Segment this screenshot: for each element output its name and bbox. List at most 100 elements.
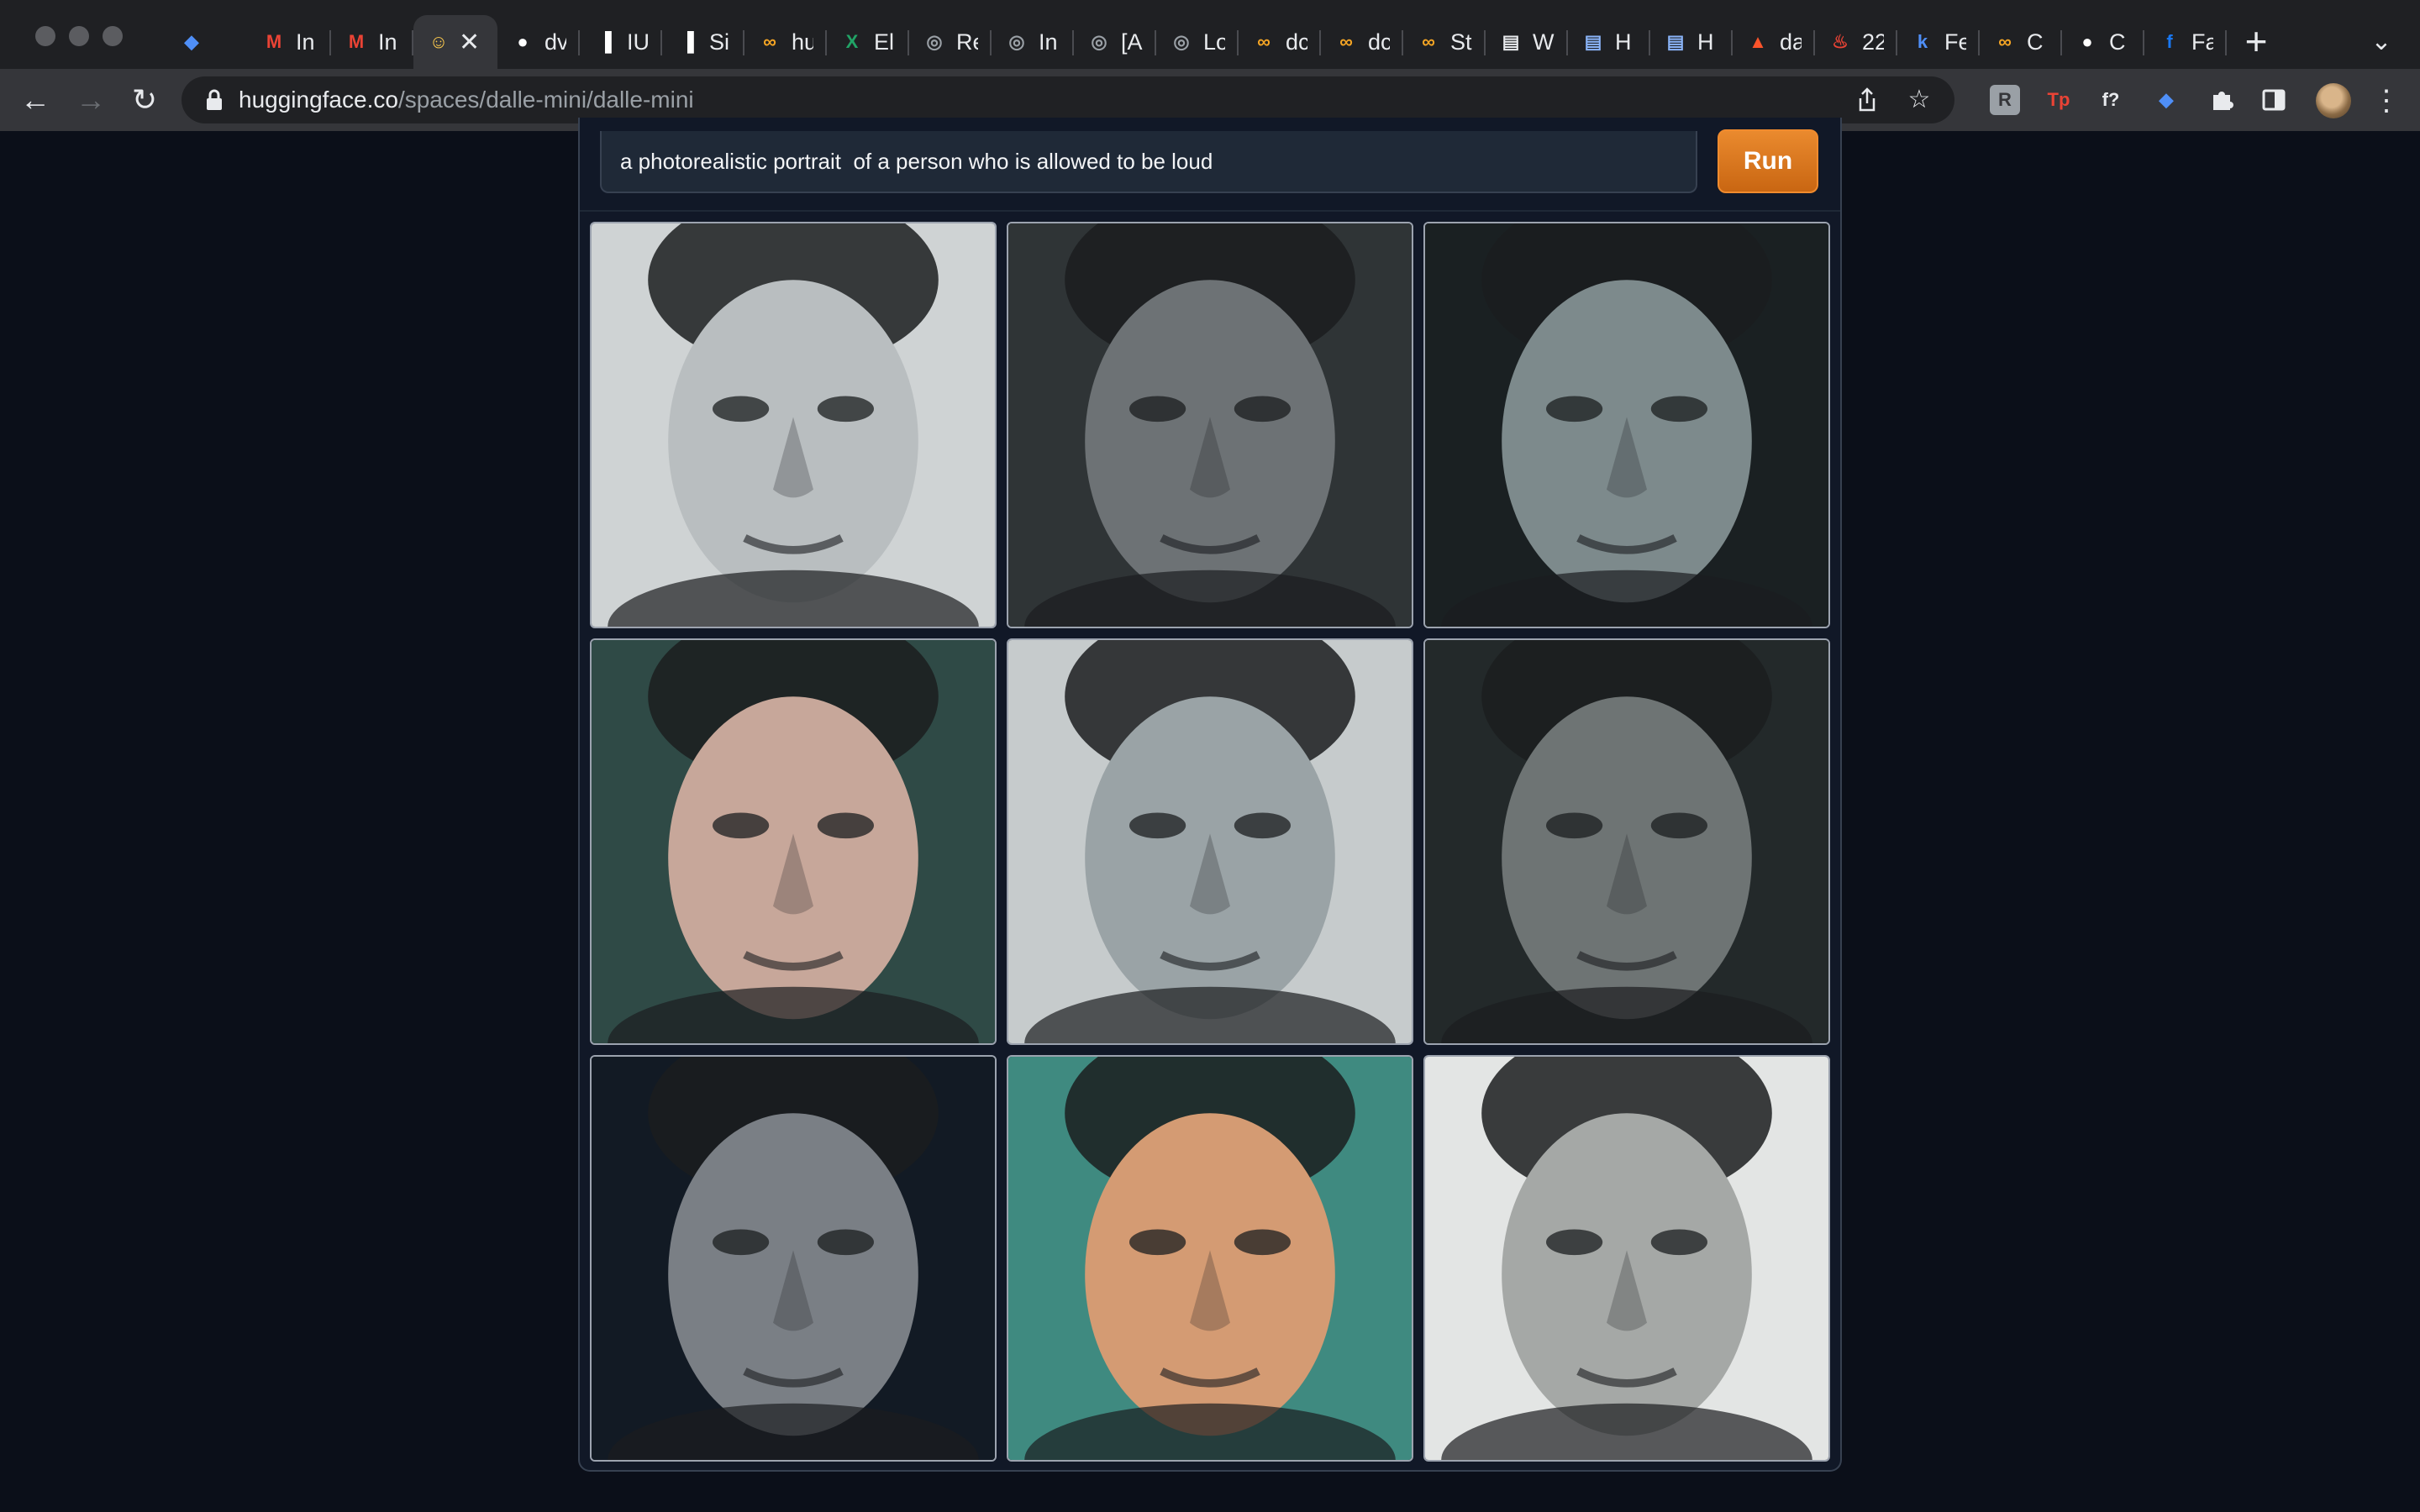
browser-tab[interactable]: ◎ Lo — [1156, 15, 1239, 69]
browser-tab[interactable]: ∞ dc — [1239, 15, 1321, 69]
minimize-window-button[interactable] — [69, 26, 89, 46]
browser-tab[interactable]: ∞ C — [1980, 15, 2062, 69]
tab-title: H — [1697, 29, 1714, 55]
notion-icon: ▐ — [681, 31, 694, 52]
infinity-icon: ∞ — [1422, 31, 1435, 52]
result-image-1[interactable] — [590, 222, 997, 628]
browser-tab[interactable]: ∞ dc — [1321, 15, 1403, 69]
result-image-7[interactable] — [590, 1055, 997, 1462]
divider — [580, 210, 1840, 212]
side-panel-icon[interactable] — [2259, 85, 2289, 115]
zoom-window-button[interactable] — [103, 26, 123, 46]
browser-tab[interactable]: ▐ Si — [662, 15, 744, 69]
tab-title: C — [2027, 29, 2044, 55]
address-bar[interactable]: huggingface.co/spaces/dalle-mini/dalle-m… — [182, 76, 1954, 123]
browser-tab[interactable]: ▤ H — [1568, 15, 1650, 69]
brave-icon: ▲ — [1749, 31, 1767, 52]
notion-icon: ▐ — [598, 31, 612, 52]
flame-icon: ♨ — [1832, 31, 1849, 52]
browser-tab[interactable]: ◆ — [166, 15, 249, 69]
tab-title: In — [296, 29, 315, 55]
browser-tab[interactable]: ● dv — [497, 15, 580, 69]
profile-avatar[interactable] — [2316, 83, 2351, 118]
infinity-icon: ∞ — [1257, 31, 1270, 52]
browser-tab[interactable]: ∞ hu — [744, 15, 827, 69]
browser-tab[interactable]: ☺ ✕ — [413, 15, 497, 69]
globe-icon: ◎ — [1173, 31, 1190, 52]
github-icon: ● — [517, 31, 529, 52]
tab-title: St — [1450, 29, 1472, 55]
browser-tab[interactable]: ▲ da — [1733, 15, 1815, 69]
browser-tab[interactable]: ◎ Re — [909, 15, 992, 69]
lock-icon[interactable] — [202, 87, 227, 113]
prompt-box — [600, 131, 1697, 193]
tab-strip: ◆MInMIn☺✕●dv▐IU▐Si∞huXEl◎Re◎In◎[A◎Lo∞dc∞… — [0, 0, 2420, 69]
tab-title: dc — [1286, 29, 1307, 55]
extensions-puzzle-icon[interactable] — [2207, 85, 2237, 115]
tab-title: dc — [1368, 29, 1390, 55]
result-image-2[interactable] — [1007, 222, 1413, 628]
prompt-input[interactable] — [618, 131, 1681, 192]
document-icon: ▤ — [1666, 31, 1685, 52]
diamond-icon[interactable]: ◆ — [2151, 85, 2181, 115]
result-image-8[interactable] — [1007, 1055, 1413, 1462]
result-image-9[interactable] — [1423, 1055, 1830, 1462]
tab-title: 22 — [1862, 29, 1884, 55]
globe-icon: ◎ — [926, 31, 943, 52]
tab-title: C — [2109, 29, 2126, 55]
reload-button[interactable]: ↻ — [126, 81, 163, 118]
browser-tab[interactable]: ∞ St — [1403, 15, 1486, 69]
hugging-face-icon: ☺ — [429, 31, 449, 52]
browser-tab[interactable]: ▤ H — [1650, 15, 1733, 69]
browser-tab[interactable]: ♨ 22 — [1815, 15, 1897, 69]
tab-title: Si — [709, 29, 730, 55]
tp-icon[interactable]: Tp — [2044, 85, 2074, 115]
result-image-4[interactable] — [590, 638, 997, 1045]
github-icon: ● — [2081, 31, 2093, 52]
share-icon[interactable] — [1852, 85, 1882, 115]
run-button[interactable]: Run — [1718, 129, 1818, 193]
back-button[interactable]: ← — [17, 81, 54, 118]
browser-tab[interactable]: ◎ In — [992, 15, 1074, 69]
browser-tab[interactable]: k Fe — [1897, 15, 1980, 69]
tab-title: Re — [956, 29, 978, 55]
globe-icon: ◎ — [1091, 31, 1107, 52]
browser-tab[interactable]: f Fa — [2144, 15, 2227, 69]
tab-title: hu — [792, 29, 813, 55]
browser-tab[interactable]: M In — [331, 15, 413, 69]
readwise-icon[interactable]: R — [1990, 85, 2020, 115]
diamond-icon: ◆ — [184, 31, 199, 52]
new-tab-button[interactable]: + — [2235, 20, 2277, 62]
close-window-button[interactable] — [35, 26, 55, 46]
infinity-icon: ∞ — [763, 31, 776, 52]
tab-title: dv — [544, 29, 566, 55]
browser-tab[interactable]: ● C — [2062, 15, 2144, 69]
browser-tab[interactable]: ▤ W — [1486, 15, 1568, 69]
result-image-6[interactable] — [1423, 638, 1830, 1045]
tab-title: W — [1533, 29, 1555, 55]
results-gallery — [590, 222, 1830, 1462]
formula-icon[interactable]: f? — [2096, 85, 2126, 115]
browser-menu-icon[interactable]: ⋮ — [2370, 83, 2403, 118]
browser-tab[interactable]: M In — [249, 15, 331, 69]
infinity-icon: ∞ — [1339, 31, 1353, 52]
close-tab-icon[interactable]: ✕ — [459, 28, 480, 57]
tab-title: In — [1039, 29, 1058, 55]
tab-list: ◆MInMIn☺✕●dv▐IU▐Si∞huXEl◎Re◎In◎[A◎Lo∞dc∞… — [166, 15, 2227, 69]
browser-tab[interactable]: X El — [827, 15, 909, 69]
result-image-3[interactable] — [1423, 222, 1830, 628]
tab-title: Fa — [2191, 29, 2213, 55]
browser-tab[interactable]: ▐ IU — [580, 15, 662, 69]
result-image-5[interactable] — [1007, 638, 1413, 1045]
browser-tab[interactable]: ◎ [A — [1074, 15, 1156, 69]
tab-title: In — [378, 29, 397, 55]
bookmark-star-icon[interactable]: ☆ — [1904, 85, 1934, 115]
forward-button[interactable]: → — [72, 81, 109, 118]
tab-title: Lo — [1203, 29, 1225, 55]
url-text[interactable]: huggingface.co/spaces/dalle-mini/dalle-m… — [239, 76, 694, 123]
tab-search-chevron-icon[interactable]: ⌄ — [2365, 25, 2398, 59]
gmail-icon: M — [266, 31, 282, 52]
k-icon: k — [1917, 31, 1928, 52]
tab-title: El — [874, 29, 895, 55]
url-path: /spaces/dalle-mini/dalle-mini — [397, 87, 694, 113]
